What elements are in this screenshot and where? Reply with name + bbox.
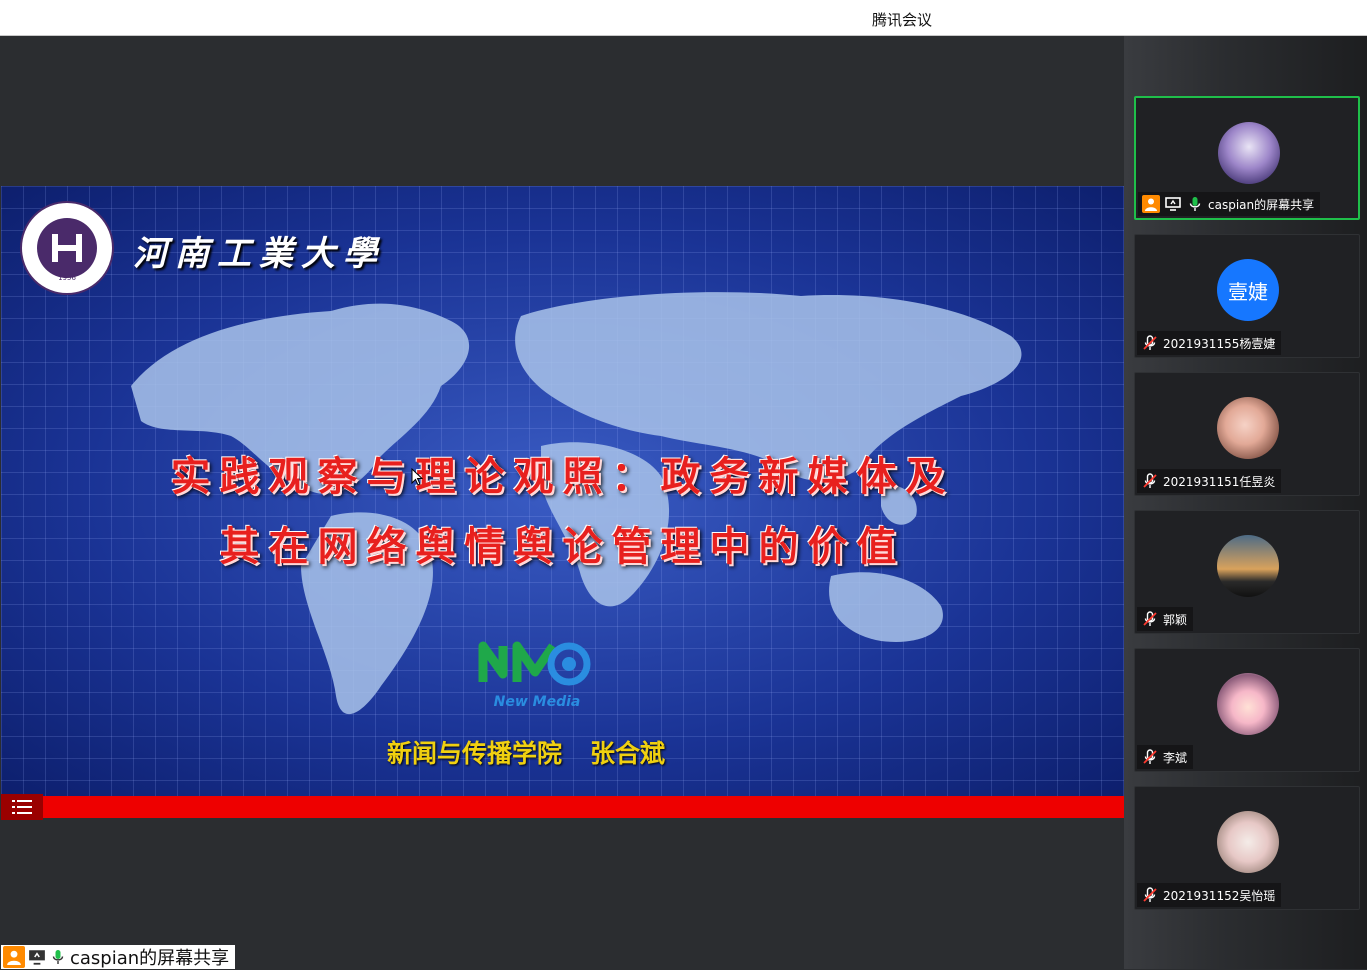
host-icon <box>3 946 25 968</box>
shared-screen-stage: 1956 河南工業大學 实践观察与理论观照：政务新媒体及 其在网络舆情舆论管理中… <box>1 36 1124 969</box>
participant-tile[interactable]: 李斌 <box>1134 648 1360 772</box>
participant-name: 2021931152吴怡瑶 <box>1163 888 1276 903</box>
participant-name: 李斌 <box>1163 750 1188 765</box>
screen-share-icon <box>1164 195 1182 213</box>
participant-tile[interactable]: caspian的屏幕共享 <box>1134 96 1360 220</box>
participant-nametag: 2021931152吴怡瑶 <box>1137 883 1282 907</box>
participant-name: 2021931155杨壹婕 <box>1163 336 1276 351</box>
participant-sidebar: caspian的屏幕共享 壹婕 2021931155杨壹婕 2021931151… <box>1124 36 1367 969</box>
participant-nametag: 2021931151任昱炎 <box>1137 469 1282 493</box>
avatar <box>1217 673 1279 735</box>
participant-tile[interactable]: 2021931151任昱炎 <box>1134 372 1360 496</box>
microphone-muted-icon <box>1141 472 1159 490</box>
participant-nametag: 郭颖 <box>1137 607 1194 631</box>
avatar <box>1217 811 1279 873</box>
new-media-logo: New Media <box>478 641 591 710</box>
microphone-on-icon <box>49 948 67 966</box>
author-line: 新闻与传播学院 张合斌 <box>387 734 665 770</box>
university-name: 河南工業大學 <box>133 234 385 274</box>
participant-name: caspian的屏幕共享 <box>1208 197 1315 212</box>
slide-title-line1: 实践观察与理论观照：政务新媒体及 <box>170 453 955 500</box>
participant-tile[interactable]: 2021931152吴怡瑶 <box>1134 786 1360 910</box>
participant-nametag: 李斌 <box>1137 745 1194 769</box>
participant-tile[interactable]: 壹婕 2021931155杨壹婕 <box>1134 234 1360 358</box>
participant-name: 2021931151任昱炎 <box>1163 474 1276 489</box>
microphone-muted-icon <box>1141 886 1159 904</box>
svg-text:New Media: New Media <box>494 694 581 710</box>
participant-nametag: 2021931155杨壹婕 <box>1137 331 1282 355</box>
slide-bottom-bar <box>1 796 1124 818</box>
host-icon <box>1142 195 1160 213</box>
microphone-muted-icon <box>1141 610 1159 628</box>
presentation-slide: 1956 河南工業大學 实践观察与理论观照：政务新媒体及 其在网络舆情舆论管理中… <box>1 186 1124 796</box>
window-titlebar: 腾讯会议 <box>0 0 1367 36</box>
avatar <box>1217 535 1279 597</box>
avatar: 壹婕 <box>1217 259 1279 321</box>
svg-text:1956: 1956 <box>58 274 76 282</box>
microphone-muted-icon <box>1141 334 1159 352</box>
list-menu-icon <box>12 800 32 814</box>
slide-title-line2: 其在网络舆情舆论管理中的价值 <box>219 523 906 570</box>
author-department: 新闻与传播学院 <box>387 739 563 768</box>
presenter-share-tag: caspian的屏幕共享 <box>1 945 236 969</box>
microphone-muted-icon <box>1141 748 1159 766</box>
avatar <box>1217 397 1279 459</box>
participant-nametag: caspian的屏幕共享 <box>1138 192 1321 216</box>
app-title: 腾讯会议 <box>872 11 933 29</box>
participant-tile[interactable]: 郭颖 <box>1134 510 1360 634</box>
avatar <box>1218 122 1280 184</box>
presenter-share-label: caspian的屏幕共享 <box>70 948 230 969</box>
mouse-cursor-icon <box>411 468 423 486</box>
university-seal-logo: 1956 <box>20 201 114 295</box>
author-name: 张合斌 <box>590 739 666 768</box>
slide-menu-button[interactable] <box>1 794 43 820</box>
screen-share-icon <box>28 948 46 966</box>
microphone-on-icon <box>1186 195 1204 213</box>
participant-name: 郭颖 <box>1163 612 1188 627</box>
